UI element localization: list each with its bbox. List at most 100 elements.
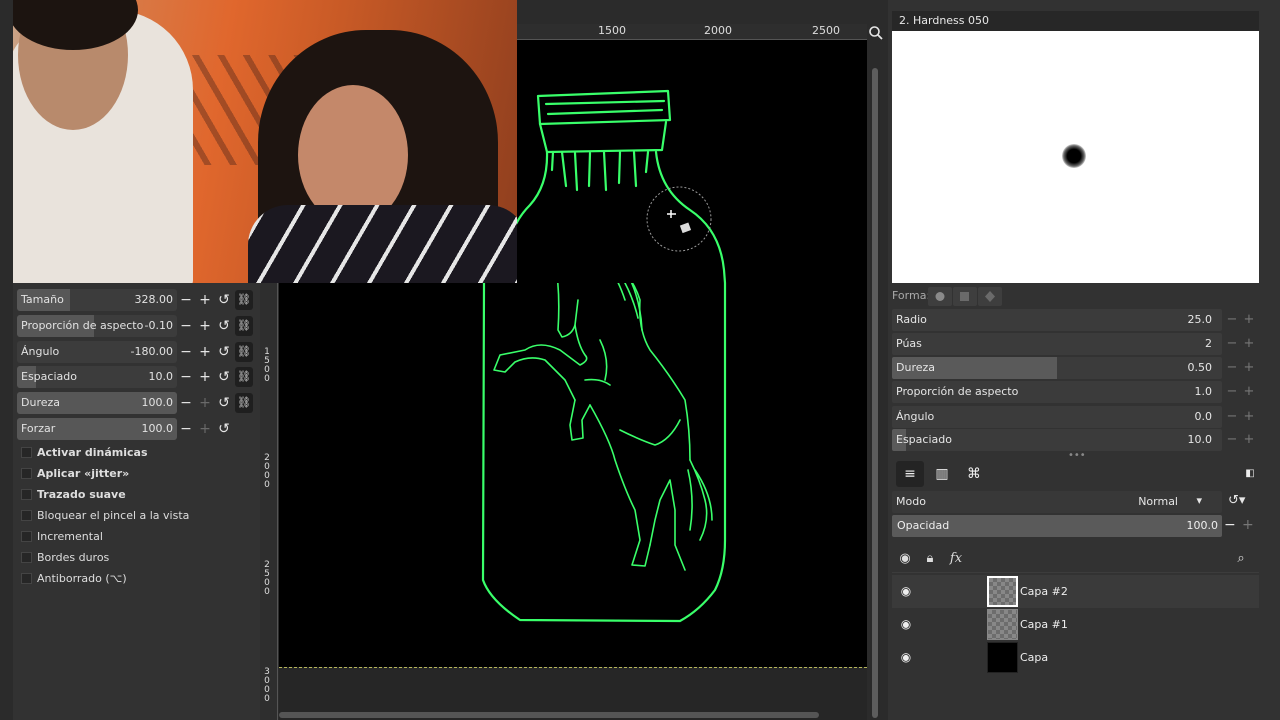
reset-icon[interactable]: ↺ bbox=[215, 343, 233, 361]
plus-icon[interactable]: + bbox=[196, 368, 214, 386]
reset-icon[interactable]: ↺ bbox=[215, 368, 233, 386]
minus-icon[interactable]: − bbox=[1224, 359, 1240, 377]
circle-shape-button[interactable] bbox=[928, 287, 952, 306]
checkbox-box[interactable] bbox=[21, 552, 32, 563]
minus-icon[interactable]: − bbox=[177, 317, 195, 335]
plus-icon[interactable]: + bbox=[196, 420, 214, 438]
checkbox-box[interactable] bbox=[21, 489, 32, 500]
radius-value: 25.0 bbox=[1187, 313, 1213, 326]
ruler-vertical[interactable]: 1 5 0 0 2 0 0 0 2 5 0 0 3 0 0 0 bbox=[260, 283, 278, 720]
radius-slider[interactable]: Radio 25.0 bbox=[892, 309, 1222, 331]
layers-tab-icon[interactable]: ≡ bbox=[896, 461, 924, 487]
horizontal-scrollbar[interactable] bbox=[279, 712, 819, 718]
minus-icon[interactable]: − bbox=[1224, 383, 1240, 401]
effects-icon[interactable]: fx bbox=[947, 550, 965, 568]
minus-icon[interactable]: − bbox=[1224, 335, 1240, 353]
layer-row[interactable]: ◉ Capa #1 bbox=[892, 608, 1259, 641]
person-right-face bbox=[298, 85, 408, 225]
mode-reset-icon[interactable]: ↺▾ bbox=[1228, 493, 1245, 508]
chain-link-icon[interactable]: ⛓ bbox=[235, 316, 253, 336]
brush-angle-slider-row: Ángulo 0.0 − + bbox=[892, 406, 1259, 428]
chain-link-icon[interactable]: ⛓ bbox=[235, 367, 253, 387]
brush-hardness-slider[interactable]: Dureza 0.50 bbox=[892, 357, 1222, 379]
brush-angle-slider[interactable]: Ángulo 0.0 bbox=[892, 406, 1222, 428]
checkbox-box[interactable] bbox=[21, 531, 32, 542]
minus-icon[interactable]: − bbox=[1224, 517, 1236, 533]
ruler-horizontal[interactable]: 1500 2000 2500 bbox=[517, 24, 867, 40]
mode-select[interactable]: Modo Normal ▾ bbox=[892, 491, 1222, 513]
chain-link-icon[interactable]: ⛓ bbox=[235, 342, 253, 362]
aspect-ratio-slider[interactable]: Proporción de aspecto -0.10 bbox=[17, 315, 177, 337]
angle-slider[interactable]: Ángulo -180.00 bbox=[17, 341, 177, 363]
vertical-scrollbar[interactable] bbox=[870, 40, 880, 720]
shape-label: Forma: bbox=[892, 289, 931, 302]
plus-icon[interactable]: + bbox=[1241, 408, 1257, 426]
hardness-slider[interactable]: Dureza 100.0 bbox=[17, 392, 177, 414]
plus-icon[interactable]: + bbox=[196, 291, 214, 309]
scrollbar-thumb[interactable] bbox=[872, 68, 878, 718]
plus-icon[interactable]: + bbox=[1242, 517, 1254, 533]
image-canvas-main[interactable] bbox=[279, 283, 867, 667]
ruler-label: 3 0 0 0 bbox=[264, 667, 270, 704]
minus-icon[interactable]: − bbox=[177, 420, 195, 438]
plus-icon[interactable]: + bbox=[1241, 311, 1257, 329]
minus-icon[interactable]: − bbox=[1224, 431, 1240, 449]
ruler-label: 2 5 0 0 bbox=[264, 560, 270, 597]
brush-aspect-slider[interactable]: Proporción de aspecto 1.0 bbox=[892, 381, 1222, 403]
plus-icon[interactable]: + bbox=[196, 394, 214, 412]
eye-icon[interactable]: ◉ bbox=[898, 649, 914, 665]
paths-tab-icon[interactable]: ⌘ bbox=[960, 461, 988, 487]
checkbox-box[interactable] bbox=[21, 573, 32, 584]
plus-icon[interactable]: + bbox=[1241, 431, 1257, 449]
diamond-shape-button[interactable] bbox=[978, 287, 1002, 306]
plus-icon[interactable]: + bbox=[196, 343, 214, 361]
angle-label: Ángulo bbox=[21, 345, 60, 358]
brush-spacing-slider[interactable]: Espaciado 10.0 bbox=[892, 429, 1222, 451]
minus-icon[interactable]: − bbox=[177, 343, 195, 361]
eye-icon[interactable]: ◉ bbox=[898, 583, 914, 599]
brush-aspect-label: Proporción de aspecto bbox=[896, 385, 1019, 398]
brush-spacing-value: 10.0 bbox=[1187, 433, 1213, 446]
force-slider[interactable]: Forzar 100.0 bbox=[17, 418, 177, 440]
radius-label: Radio bbox=[896, 313, 927, 326]
minus-icon[interactable]: − bbox=[1224, 311, 1240, 329]
visibility-header-icon[interactable]: ◉ bbox=[896, 550, 914, 568]
checkbox-box[interactable] bbox=[21, 510, 32, 521]
panel-drag-handle[interactable]: ••• bbox=[1068, 450, 1086, 461]
size-slider[interactable]: Tamaño 328.00 bbox=[17, 289, 177, 311]
brush-aspect-slider-row: Proporción de aspecto 1.0 − + bbox=[892, 381, 1259, 403]
reset-icon[interactable]: ↺ bbox=[215, 420, 233, 438]
chain-link-icon[interactable]: ⛓ bbox=[235, 393, 253, 413]
panel-menu-icon[interactable]: ◧ bbox=[1242, 461, 1258, 487]
reset-icon[interactable]: ↺ bbox=[215, 394, 233, 412]
reset-icon[interactable]: ↺ bbox=[215, 291, 233, 309]
plus-icon[interactable]: + bbox=[1241, 383, 1257, 401]
zoom-icon[interactable] bbox=[868, 25, 884, 41]
square-shape-button[interactable] bbox=[953, 287, 977, 306]
checkbox-box[interactable] bbox=[21, 468, 32, 479]
image-canvas[interactable] bbox=[517, 40, 867, 283]
checkbox-box[interactable] bbox=[21, 447, 32, 458]
ruler-label: 1 5 0 0 bbox=[264, 347, 270, 384]
shape-row: Forma: bbox=[892, 286, 1259, 306]
reset-icon[interactable]: ↺ bbox=[215, 317, 233, 335]
layer-row[interactable]: ◉ Capa #2 bbox=[892, 575, 1259, 608]
minus-icon[interactable]: − bbox=[1224, 408, 1240, 426]
spikes-slider[interactable]: Púas 2 bbox=[892, 333, 1222, 355]
plus-icon[interactable]: + bbox=[196, 317, 214, 335]
minus-icon[interactable]: − bbox=[177, 291, 195, 309]
layer-name: Capa #1 bbox=[1020, 618, 1068, 631]
opacity-slider[interactable]: Opacidad 100.0 bbox=[892, 515, 1222, 537]
spacing-value: 10.0 bbox=[148, 370, 174, 383]
chain-link-icon[interactable]: ⛓ bbox=[235, 290, 253, 310]
plus-icon[interactable]: + bbox=[1241, 359, 1257, 377]
plus-icon[interactable]: + bbox=[1241, 335, 1257, 353]
spacing-slider[interactable]: Espaciado 10.0 bbox=[17, 366, 177, 388]
layer-row[interactable]: ◉ Capa bbox=[892, 641, 1259, 674]
eye-icon[interactable]: ◉ bbox=[898, 616, 914, 632]
lock-icon[interactable]: 🔒︎ bbox=[921, 550, 939, 568]
search-icon[interactable]: ⌕ bbox=[1232, 550, 1250, 568]
channels-tab-icon[interactable]: ▥ bbox=[928, 461, 956, 487]
minus-icon[interactable]: − bbox=[177, 368, 195, 386]
minus-icon[interactable]: − bbox=[177, 394, 195, 412]
